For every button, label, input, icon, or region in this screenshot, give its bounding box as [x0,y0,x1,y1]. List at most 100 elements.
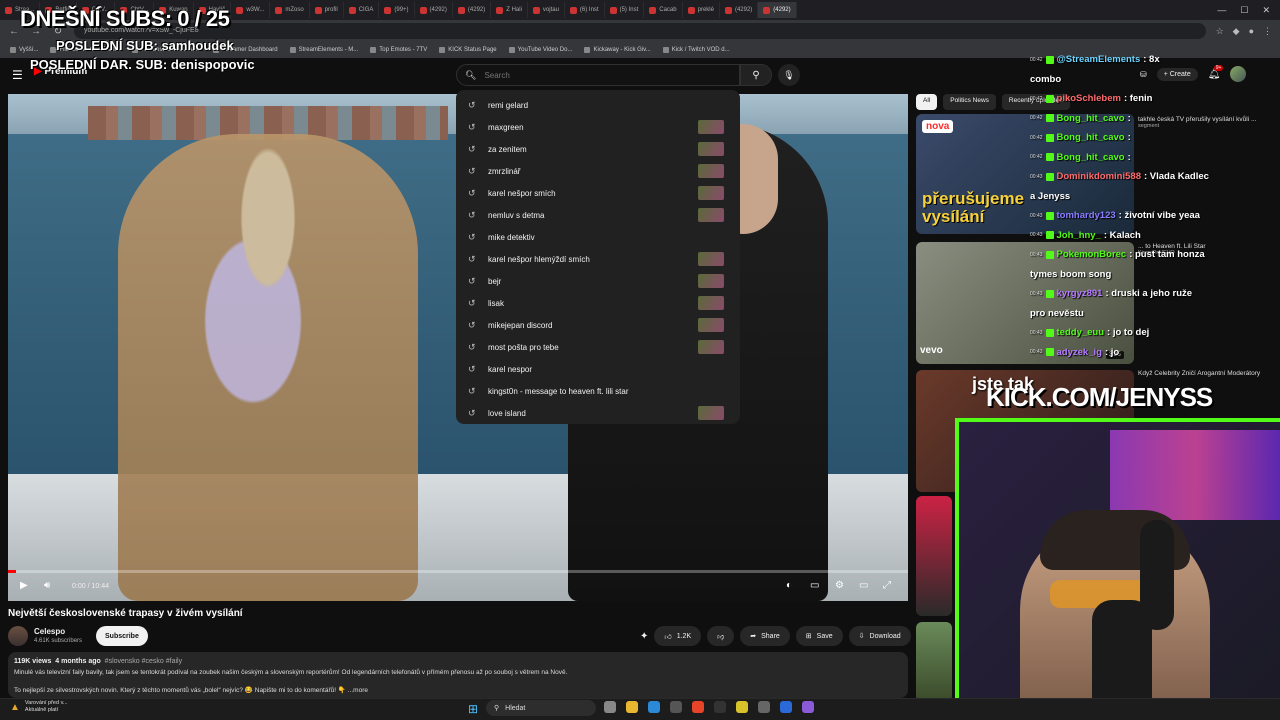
filter-chip[interactable]: All [916,94,938,110]
star-icon[interactable]: ☆ [1216,26,1224,37]
search-box[interactable]: 🔍︎ [456,64,740,86]
search-suggestion[interactable]: ↺ nemluv s detma [456,204,740,226]
bookmark-item[interactable]: StreamElements - M... [289,47,358,53]
app-icon[interactable] [780,701,792,713]
bookmark-item[interactable]: KICK Status Page [439,47,497,53]
suggestion-text: mikejepan discord [488,320,553,330]
search-suggestion[interactable]: ↺ lisak [456,292,740,314]
browser-tab[interactable]: (4292) [758,2,797,18]
search-suggestion[interactable]: ↺ mikejepan discord [456,314,740,336]
file-explorer-icon[interactable] [626,701,638,713]
browser-tab[interactable]: profil [310,2,344,18]
search-suggestion[interactable]: ↺ love island [456,402,740,424]
recommended-meta[interactable]: takhle česká TV přerušily vysílání kvůli… [1138,116,1268,129]
kick-badge-icon [1045,348,1054,356]
dislike-button[interactable]: 👎︎ [707,626,735,646]
app-icon[interactable] [670,701,682,713]
like-button[interactable]: 👍︎ 1.2K [654,626,702,646]
recommended-thumbnail[interactable] [916,496,952,616]
settings-icon[interactable]: ⚙ [835,580,844,591]
history-icon: ↺ [468,99,476,110]
back-icon[interactable]: ← [8,26,20,37]
search-suggestion[interactable]: ↺ maxgreen [456,116,740,138]
progress-bar[interactable] [8,570,908,573]
maximize-icon[interactable]: ☐ [1240,5,1248,16]
channel-name[interactable]: Celespo [34,627,65,636]
chat-username: kyrgyz891 [1056,288,1103,299]
browser-tab[interactable]: (99+) [379,2,415,18]
channel-avatar[interactable] [8,626,28,646]
bookmark-item[interactable]: Kickaway - Kick Giv... [584,47,651,53]
bookmark-item[interactable]: Vyšší... [10,47,38,53]
browser-tab[interactable]: preklé [683,2,720,18]
voice-search-button[interactable]: 🎙︎ [778,64,800,86]
cast-icon[interactable]: ⛁ [1140,70,1147,79]
sparkle-icon[interactable]: ✦ [640,631,648,642]
terminal-icon[interactable] [714,701,726,713]
chrome-profile-icon[interactable] [736,701,748,713]
fullscreen-icon[interactable]: ⤢ [883,580,891,591]
subscribe-button[interactable]: Subscribe [96,626,148,646]
app-icon[interactable] [758,701,770,713]
extension-icon[interactable]: ◆ [1233,26,1240,37]
theater-icon[interactable]: ▭ [859,580,868,591]
browser-tab[interactable]: Cacab [644,2,683,18]
hashtags[interactable]: #slovensko #cesko #faily [105,658,182,665]
search-suggestion[interactable]: ↺ za zenitem [456,138,740,160]
edge-icon[interactable] [648,701,660,713]
discord-icon[interactable] [802,701,814,713]
filter-chip[interactable]: Politics News [943,94,996,110]
search-button[interactable]: ⚲ [740,64,772,86]
notifications-button[interactable]: 🔔︎ 9+ [1208,64,1224,80]
chrome-icon[interactable] [692,701,704,713]
create-button[interactable]: + Create [1156,67,1198,81]
avatar[interactable] [1230,66,1247,82]
autoplay-toggle-icon[interactable]: ◐ [786,580,792,591]
browser-tab[interactable]: w3W... [231,2,271,18]
search-suggestion[interactable]: ↺ kingst0n - message to heaven ft. lili s… [456,380,740,402]
bookmark-item[interactable]: Kick / Twitch VOD d... [662,47,730,53]
search-suggestion[interactable]: ↺ remi gelard [456,94,740,116]
browser-tab[interactable]: (4292) [720,2,759,18]
share-button[interactable]: ➦ Share [740,626,790,646]
suggestion-thumbnail [698,252,724,266]
search-suggestion[interactable]: ↺ karel nešpor smích [456,182,740,204]
profile-icon[interactable]: ● [1249,26,1254,37]
chat-message: 00:42 Bong_hit_cavo: [1030,113,1131,124]
windows-start-icon[interactable]: ⊞ [468,702,478,716]
search-suggestion[interactable]: ↺ bejr [456,270,740,292]
task-view-icon[interactable] [604,701,616,713]
browser-tab[interactable]: (5) Inst [605,2,645,18]
search-suggestion[interactable]: ↺ most pošta pro tebe [456,336,740,358]
browser-tab[interactable]: Z Hali [491,2,528,18]
url-field[interactable]: youtube.com/watch?v=xSw_-CjuFE8 [74,23,1206,39]
browser-tab[interactable]: vojtau [528,2,565,18]
suggestion-thumbnail [698,208,724,222]
play-icon[interactable]: ▶ [20,580,28,591]
search-suggestion[interactable]: ↺ zmrzlinář [456,160,740,182]
save-button[interactable]: ⊞ Save [795,626,843,646]
minimize-icon[interactable]: — [1217,5,1226,16]
search-suggestion[interactable]: ↺ karel nešpor hlemýždí smích [456,248,740,270]
browser-tab[interactable]: (4292) [415,2,453,18]
close-icon[interactable]: ✕ [1262,5,1270,16]
bookmark-item[interactable]: YouTube Video Do... [508,47,572,53]
recommended-meta[interactable]: Když Celebrity Zničí Arogantní Moderátor… [1138,370,1268,377]
volume-icon[interactable]: 🔊︎ [44,580,50,591]
weather-widget[interactable]: ▲ Varování před v... Aktuálně platí [10,700,68,714]
search-suggestion[interactable]: ↺ karel nespor [456,358,740,380]
bookmark-item[interactable]: Top Emotes - 7TV [370,47,427,53]
taskbar-search[interactable]: ⚲ Hledat [486,700,596,716]
search-suggestion[interactable]: ↺ mike detektiv [456,226,740,248]
menu-icon[interactable]: ☰ [12,68,23,82]
browser-tab[interactable]: CIGA [344,2,380,18]
more-icon[interactable]: ⋮ [1263,26,1272,37]
browser-tab[interactable]: (4292) [453,2,492,18]
description-box[interactable]: 119K views 4 months ago #slovensko #cesk… [8,652,908,698]
download-button[interactable]: ⇩ Download [848,626,911,646]
search-input[interactable] [484,70,725,80]
recommended-thumbnail[interactable] [916,622,952,702]
subtitles-icon[interactable]: ▭ [810,580,819,591]
browser-tab[interactable]: mZoso [270,2,310,18]
browser-tab[interactable]: (6) Inst [565,2,605,18]
